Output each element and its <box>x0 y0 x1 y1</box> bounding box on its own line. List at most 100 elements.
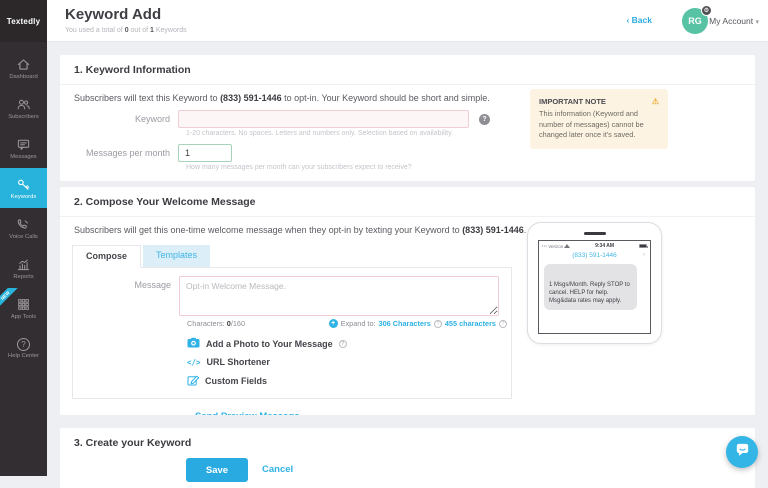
message-textarea[interactable] <box>179 276 499 316</box>
message-field-row: Message <box>73 276 511 316</box>
shortcode-number: (833) 591-1446 <box>462 225 524 235</box>
tab-templates[interactable]: Templates <box>143 245 210 267</box>
compose-panel: Message Characters: 0/160 + Expand to: 3… <box>72 267 512 399</box>
sidebar-item-help-center[interactable]: ? Help Center <box>0 328 47 368</box>
help-icon[interactable]: ? <box>479 114 490 125</box>
sidebar-item-messages[interactable]: Messages <box>0 128 47 168</box>
messages-per-month-input[interactable] <box>178 144 232 162</box>
important-note-title: IMPORTANT NOTE <box>539 97 606 106</box>
avatar[interactable]: RG ⚙ <box>682 8 708 34</box>
characters-limit: /160 <box>231 319 245 328</box>
sidebar-item-label: Messages <box>10 154 36 160</box>
chat-icon <box>16 137 31 152</box>
important-note-body: This information (Keyword and number of … <box>539 109 659 141</box>
sidebar-item-label: Keywords <box>11 194 36 200</box>
expand-306-link[interactable]: 306 Characters <box>379 319 431 328</box>
sidebar-item-label: Help Center <box>8 353 39 359</box>
important-note: IMPORTANT NOTE ⚠ This information (Keywo… <box>530 89 668 149</box>
sidebar-item-voice-calls[interactable]: Voice Calls <box>0 208 47 248</box>
back-label: Back <box>632 15 652 25</box>
welcome-message-card: 2. Compose Your Welcome Message Subscrib… <box>60 187 755 415</box>
character-counter-row: Characters: 0/160 + Expand to: 306 Chara… <box>187 319 507 328</box>
character-counter: Characters: 0/160 <box>187 319 245 328</box>
edit-icon <box>187 374 199 388</box>
home-icon <box>16 57 31 72</box>
sidebar-item-keywords[interactable]: Keywords <box>0 168 47 208</box>
sidebar-nav: Dashboard Subscribers Messages Keywords … <box>0 48 47 368</box>
chat-bubble-icon <box>734 441 751 463</box>
expand-455-link[interactable]: 455 characters <box>445 319 496 328</box>
important-note-header: IMPORTANT NOTE ⚠ <box>539 97 659 106</box>
help-icon[interactable]: ? <box>434 320 442 328</box>
url-shortener-option[interactable]: </> URL Shortener <box>187 357 511 367</box>
grid-icon <box>16 297 31 312</box>
cancel-button[interactable]: Cancel <box>262 464 293 475</box>
compose-tabs: Compose Templates <box>72 245 755 267</box>
bar-chart-icon <box>16 257 31 272</box>
help-icon[interactable]: ? <box>499 320 507 328</box>
tab-compose[interactable]: Compose <box>72 245 141 268</box>
sidebar-item-reports[interactable]: Reports <box>0 248 47 288</box>
keyword-field-label: Keyword <box>60 114 178 124</box>
plus-icon[interactable]: + <box>329 319 338 328</box>
help-icon[interactable]: ? <box>339 340 347 348</box>
keyword-input[interactable] <box>178 110 469 128</box>
sidebar-item-label: Dashboard <box>9 74 37 80</box>
sidebar-item-subscribers[interactable]: Subscribers <box>0 88 47 128</box>
custom-fields-label: Custom Fields <box>205 376 267 386</box>
desc-text: . <box>524 225 527 235</box>
message-field-label: Message <box>73 276 179 316</box>
desc-text: Subscribers will text this Keyword to <box>74 93 220 103</box>
chat-widget-button[interactable] <box>726 436 758 468</box>
message-bubble: 1 Msgs/Month. Reply STOP to cancel. HELP… <box>544 264 637 310</box>
warning-icon: ⚠ <box>652 97 659 106</box>
sidebar-item-dashboard[interactable]: Dashboard <box>0 48 47 88</box>
textedly-logo[interactable]: Textedly <box>0 0 47 42</box>
section-heading: 2. Compose Your Welcome Message <box>60 187 755 217</box>
sidebar-item-label: Voice Calls <box>9 234 38 240</box>
expand-label: Expand to: <box>341 319 376 328</box>
back-button[interactable]: ‹ Back <box>626 15 652 25</box>
sidebar-item-label: App Tools <box>11 314 36 320</box>
chevron-left-icon: ‹ <box>626 15 629 25</box>
phone-preview: ••• Verizon 9:34 AM (833) 591-1446 › 1 M… <box>527 222 662 344</box>
add-photo-label: Add a Photo to Your Message <box>206 339 333 349</box>
shortcode-number: (833) 591-1446 <box>220 93 282 103</box>
save-button[interactable]: Save <box>186 458 248 482</box>
sidebar-item-label: Subscribers <box>8 114 39 120</box>
add-photo-option[interactable]: Add a Photo to Your Message ? <box>187 337 511 350</box>
expand-options: + Expand to: 306 Characters ? 455 charac… <box>329 319 507 328</box>
camera-icon <box>187 337 200 350</box>
custom-fields-option[interactable]: Custom Fields <box>187 374 511 388</box>
characters-label: Characters: <box>187 319 227 328</box>
keyword-add-page: { "colors": { "accent": "#27b3db", "save… <box>0 0 768 476</box>
section-heading: 3. Create your Keyword <box>60 428 755 457</box>
key-icon <box>16 177 31 192</box>
keyword-information-card: 1. Keyword Information Subscribers will … <box>60 55 755 181</box>
keywords-usage-summary: You used a total of 0 out of 1 Keywords <box>65 27 187 34</box>
my-account-dropdown[interactable]: My Account ▾ <box>709 16 759 26</box>
message-options: Add a Photo to Your Message ? </> URL Sh… <box>187 337 511 388</box>
usage-text: out of <box>129 27 150 34</box>
question-icon: ? <box>17 338 30 351</box>
people-icon <box>16 97 31 112</box>
sidebar-item-app-tools[interactable]: NEW App Tools <box>0 288 47 328</box>
desc-text: to opt-in. Your Keyword should be short … <box>282 93 490 103</box>
my-account-label: My Account <box>709 16 753 26</box>
sidebar: Textedly Dashboard Subscribers Messages … <box>0 0 47 476</box>
usage-text: You used a total of <box>65 27 125 34</box>
page-header: Keyword Add You used a total of 0 out of… <box>47 0 768 42</box>
messages-per-month-label: Messages per month <box>60 148 178 158</box>
sidebar-item-label: Reports <box>13 274 33 280</box>
avatar-initials: RG <box>688 16 702 26</box>
section-heading: 1. Keyword Information <box>60 55 755 85</box>
chevron-down-icon: ▾ <box>755 19 759 26</box>
create-keyword-card: 3. Create your Keyword Save Cancel <box>60 428 755 488</box>
phone-icon <box>16 217 31 232</box>
usage-text: Keywords <box>154 27 187 34</box>
keyword-help-text: 1-20 characters. No spaces. Letters and … <box>186 130 755 137</box>
page-title: Keyword Add <box>65 6 161 23</box>
send-preview-message-button[interactable]: Send Preview Message <box>195 411 300 415</box>
desc-text: Subscribers will get this one-time welco… <box>74 225 462 235</box>
code-icon: </> <box>187 358 201 367</box>
